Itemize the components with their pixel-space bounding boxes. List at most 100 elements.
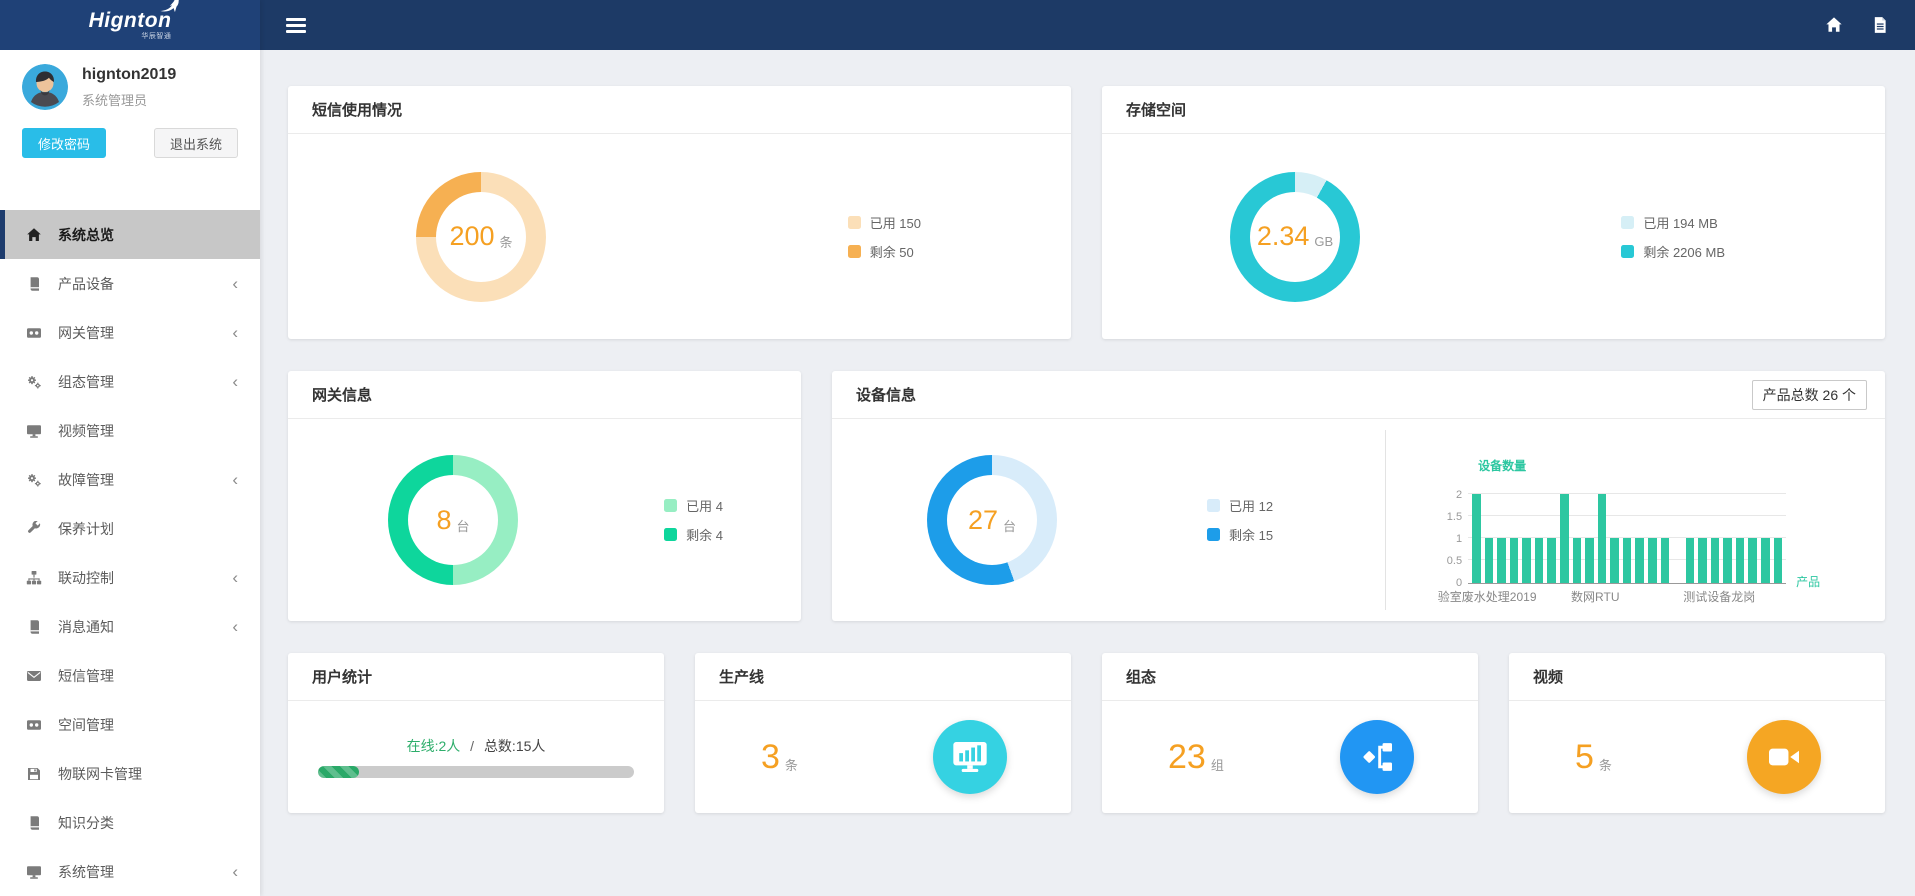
bar xyxy=(1547,538,1556,583)
legend-label: 已用 194 MB xyxy=(1643,213,1717,232)
sidebar: Hignton 华辰智通 hignton2019 系统管理员 xyxy=(0,0,260,896)
card-title: 视频 xyxy=(1509,653,1885,701)
sidebar-item-label: 消息通知 xyxy=(58,617,114,637)
legend-item[interactable]: 已用 150 xyxy=(848,213,921,232)
chevron-left-icon: ‹ xyxy=(232,618,238,635)
product-total-badge: 产品总数 26 个 xyxy=(1752,380,1867,410)
production-line-card: 生产线 3 条 xyxy=(695,653,1071,813)
online-count: 在线:2人 xyxy=(407,738,461,754)
sidebar-item[interactable]: 故障管理‹ xyxy=(0,455,260,504)
home-icon[interactable] xyxy=(1825,16,1843,34)
sms-legend: 已用 150 剩余 50 xyxy=(848,213,921,261)
user-role: 系统管理员 xyxy=(82,90,176,109)
sidebar-item[interactable]: 视频管理 xyxy=(0,406,260,455)
sidebar-item[interactable]: 组态管理‹ xyxy=(0,357,260,406)
user-stats-card: 用户统计 在线:2人 / 总数:15人 xyxy=(288,653,664,813)
gateway-donut-chart: 8 台 xyxy=(388,455,518,585)
logo-bar: Hignton 华辰智通 xyxy=(0,0,260,50)
production-unit: 条 xyxy=(785,755,798,774)
separator: / xyxy=(470,738,474,754)
sidebar-item-label: 产品设备 xyxy=(58,274,114,294)
bar xyxy=(1736,538,1745,583)
legend-item[interactable]: 已用 194 MB xyxy=(1621,213,1725,232)
hamburger-menu-icon[interactable] xyxy=(286,18,306,33)
chevron-left-icon: ‹ xyxy=(232,863,238,880)
dashboard-content: 短信使用情况 200 条 已用 150 xyxy=(260,50,1915,896)
legend-swatch xyxy=(1621,216,1634,229)
user-panel: hignton2019 系统管理员 修改密码 退出系统 xyxy=(0,50,260,210)
sidebar-item[interactable]: 联动控制‹ xyxy=(0,553,260,602)
chevron-left-icon: ‹ xyxy=(232,373,238,390)
sidebar-item[interactable]: 系统总览 xyxy=(0,210,260,259)
legend-swatch xyxy=(664,528,677,541)
sidebar-item[interactable]: 网关管理‹ xyxy=(0,308,260,357)
logout-button[interactable]: 退出系统 xyxy=(154,128,238,158)
legend-item[interactable]: 已用 12 xyxy=(1207,496,1273,515)
device-donut-chart: 27 台 xyxy=(927,455,1057,585)
card-title: 短信使用情况 xyxy=(288,86,1071,134)
sidebar-item[interactable]: 短信管理 xyxy=(0,651,260,700)
video-unit: 条 xyxy=(1599,755,1612,774)
sidebar-item[interactable]: 物联网卡管理 xyxy=(0,749,260,798)
x-axis-name: 产品 xyxy=(1796,573,1820,590)
sidebar-item[interactable]: 系统管理 ‹ xyxy=(0,847,260,896)
sms-total-value: 200 xyxy=(449,221,494,252)
bar xyxy=(1497,538,1506,583)
sidebar-item-label: 系统管理 xyxy=(58,862,114,882)
monitor-chart-icon xyxy=(933,720,1007,794)
legend-label: 剩余 2206 MB xyxy=(1643,242,1725,261)
bar xyxy=(1748,538,1757,583)
legend-label: 已用 150 xyxy=(870,213,921,232)
legend-item[interactable]: 剩余 2206 MB xyxy=(1621,242,1725,261)
legend-label: 已用 12 xyxy=(1229,496,1273,515)
legend-swatch xyxy=(848,245,861,258)
progress-fill xyxy=(318,766,359,778)
legend-swatch xyxy=(1207,528,1220,541)
book-icon xyxy=(26,815,44,831)
sidebar-item[interactable]: 产品设备 ‹ xyxy=(0,259,260,308)
legend-item[interactable]: 剩余 15 xyxy=(1207,525,1273,544)
bar xyxy=(1661,538,1670,583)
legend-swatch xyxy=(664,499,677,512)
legend-label: 剩余 4 xyxy=(686,525,723,544)
sidebar-item[interactable]: 知识分类 xyxy=(0,798,260,847)
sidebar-item-label: 短信管理 xyxy=(58,666,114,686)
avatar xyxy=(22,64,68,110)
legend-label: 已用 4 xyxy=(686,496,723,515)
bar-chart-title: 设备数量 xyxy=(1478,457,1862,474)
legend-item[interactable]: 已用 4 xyxy=(664,496,723,515)
storage-legend: 已用 194 MB 剩余 2206 MB xyxy=(1621,213,1725,261)
sms-usage-card: 短信使用情况 200 条 已用 150 xyxy=(288,86,1071,339)
configuration-count: 23 xyxy=(1168,738,1206,777)
device-info-card: 设备信息 产品总数 26 个 27 台 xyxy=(832,371,1885,621)
envelope-icon xyxy=(26,668,44,684)
x-tick-label: 数网RTU xyxy=(1571,588,1619,605)
bar xyxy=(1598,494,1607,583)
y-tick-label: 1.5 xyxy=(1442,511,1462,523)
sidebar-item[interactable]: 保养计划 xyxy=(0,504,260,553)
change-password-button[interactable]: 修改密码 xyxy=(22,128,106,158)
chevron-left-icon: ‹ xyxy=(232,275,238,292)
video-card: 视频 5 条 xyxy=(1509,653,1885,813)
sidebar-item-label: 联动控制 xyxy=(58,568,114,588)
bar xyxy=(1535,538,1544,583)
card-title: 生产线 xyxy=(695,653,1071,701)
total-count: 总数:15人 xyxy=(484,738,545,754)
book-icon xyxy=(26,276,44,292)
floppy-icon xyxy=(26,766,44,782)
configuration-card: 组态 23 组 xyxy=(1102,653,1478,813)
legend-item[interactable]: 剩余 50 xyxy=(848,242,921,261)
document-icon[interactable] xyxy=(1871,16,1889,34)
storage-donut-chart: 2.34 GB xyxy=(1230,172,1360,302)
device-card-icon xyxy=(26,325,44,341)
legend-swatch xyxy=(1621,245,1634,258)
sidebar-item[interactable]: 消息通知 ‹ xyxy=(0,602,260,651)
legend-item[interactable]: 剩余 4 xyxy=(664,525,723,544)
sidebar-item-label: 知识分类 xyxy=(58,813,114,833)
bar xyxy=(1711,538,1720,583)
device-card-icon xyxy=(26,717,44,733)
bar xyxy=(1585,538,1594,583)
gateway-total-unit: 台 xyxy=(457,516,470,535)
sidebar-item[interactable]: 空间管理 xyxy=(0,700,260,749)
main-area: 短信使用情况 200 条 已用 150 xyxy=(260,0,1915,896)
